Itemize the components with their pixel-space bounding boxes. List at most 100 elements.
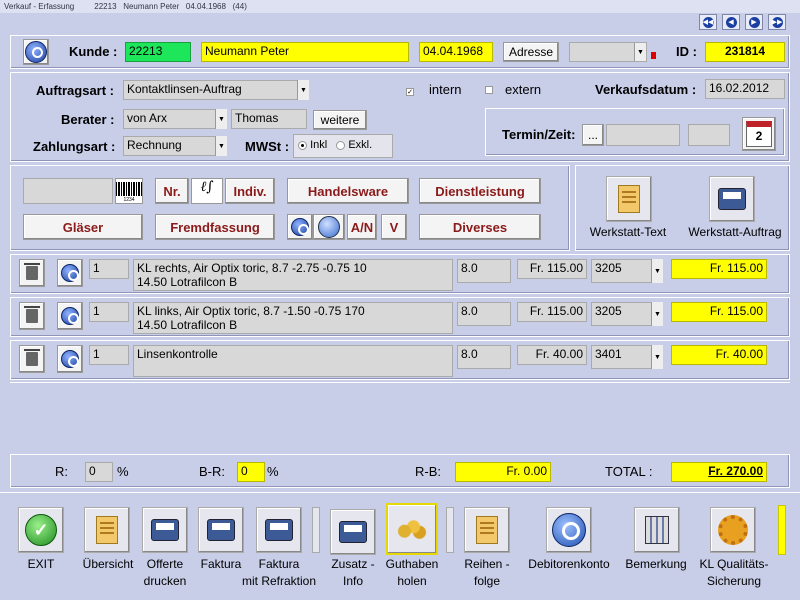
address-combo[interactable]: ▼ [569,42,647,62]
line-price[interactable]: Fr. 115.00 [517,259,587,279]
customer-date-field[interactable]: 04.04.1968 [419,42,493,62]
line-search-button[interactable] [57,259,83,287]
termin-time-field[interactable] [688,124,730,146]
handelsware-button[interactable]: Handelsware [287,178,409,204]
chevron-down-icon[interactable]: ▼ [215,136,227,156]
line-total: Fr. 40.00 [671,345,767,365]
zusatz-info-button[interactable] [330,509,376,555]
r-field[interactable]: 0 [85,462,113,482]
termin-picker-button[interactable]: ... [582,124,604,146]
v-button[interactable]: V [381,214,407,240]
intern-checkbox[interactable]: ✓ [406,83,414,97]
verkaufsdatum-field[interactable]: 16.02.2012 [705,79,785,99]
extern-label: extern [505,82,542,97]
guthaben-holen-button[interactable] [386,503,438,555]
offerte-drucken-button[interactable] [142,507,188,553]
line-item: 1 KL links, Air Optix toric, 8.7 -1.50 -… [10,297,790,337]
chevron-down-icon[interactable]: ▼ [297,80,309,100]
mwst-radio-group: Inkl Exkl. [293,134,393,158]
calendar-button[interactable]: 2 [742,117,776,151]
chevron-down-icon[interactable]: ▼ [215,109,227,129]
debitorenkonto-button[interactable] [546,507,592,553]
diverses-button[interactable]: Diverses [419,214,541,240]
barcode-icon[interactable]: 1234 [115,178,143,204]
prev-icon: ◀ [725,16,737,28]
berater-name-field[interactable]: Thomas [231,109,307,129]
delete-line-button[interactable] [19,259,45,287]
customer-name-field[interactable]: Neumann Peter [201,42,409,62]
br-field[interactable]: 0 [237,462,265,482]
search-icon [25,41,47,63]
line-search-button[interactable] [57,345,83,373]
reihenfolge-button[interactable] [464,507,510,553]
verkaufsdatum-label: Verkaufsdatum : [595,82,697,97]
auftragsart-select[interactable]: Kontaktlinsen-Auftrag [123,80,309,100]
line-vat[interactable]: 8.0 [457,302,511,326]
lens-search-button[interactable] [287,214,313,240]
chevron-down-icon[interactable]: ▼ [651,302,663,326]
dienstleistung-button[interactable]: Dienstleistung [419,178,541,204]
line-price[interactable]: Fr. 115.00 [517,302,587,322]
weitere-button[interactable]: weitere [313,110,367,130]
first-icon: ◀◀ [702,16,714,28]
mwst-label: MWSt : [245,139,290,154]
line-qty[interactable]: 1 [89,345,129,365]
bemerkung-button[interactable] [634,507,680,553]
line-description[interactable]: KL rechts, Air Optix toric, 8.7 -2.75 -0… [133,259,453,291]
last-record-button[interactable]: ▶▶ [768,14,786,30]
indiv-button[interactable]: Indiv. [225,178,275,204]
last-icon: ▶▶ [771,16,783,28]
glaeser-button[interactable]: Gläser [23,214,143,240]
fremdfassung-button[interactable]: Fremdfassung [155,214,275,240]
chevron-down-icon[interactable]: ▼ [651,345,663,369]
line-search-button[interactable] [57,302,83,330]
reihenfolge-label: Reihen - folge [464,557,510,588]
barcode-input[interactable] [23,178,113,204]
line-vat[interactable]: 8.0 [457,345,511,369]
signature-icon[interactable]: ℓ∫ [191,178,223,204]
total-label: TOTAL : [605,464,653,479]
exkl-label: Exkl. [348,139,373,151]
customer-search-button[interactable] [23,39,49,65]
delete-line-button[interactable] [19,302,45,330]
zahlungsart-select[interactable]: Rechnung [123,136,227,156]
werkstatt-auftrag-button[interactable] [709,176,755,222]
customer-id-field[interactable]: 22213 [125,42,191,62]
termin-date-field[interactable] [606,124,680,146]
window-title: Verkauf - Erfassung [4,2,75,11]
chevron-down-icon[interactable]: ▼ [651,259,663,283]
line-vat[interactable]: 8.0 [457,259,511,283]
rb-field: Fr. 0.00 [455,462,551,482]
werkstatt-text-button[interactable] [606,176,652,222]
faktura-button[interactable] [198,507,244,553]
printer-icon [265,519,293,541]
faktura-refraktion-button[interactable] [256,507,302,553]
toolbar-separator [446,507,454,553]
lens-icon [318,216,340,238]
adresse-button[interactable]: Adresse [503,42,559,62]
line-price[interactable]: Fr. 40.00 [517,345,587,365]
prev-record-button[interactable]: ◀ [722,14,740,30]
line-description[interactable]: Linsenkontrolle [133,345,453,377]
line-description[interactable]: KL links, Air Optix toric, 8.7 -1.50 -0.… [133,302,453,334]
an-button[interactable]: A/N [347,214,377,240]
bemerkung-label: Bemerkung [625,557,687,571]
extern-checkbox[interactable] [485,83,493,97]
delete-line-button[interactable] [19,345,45,373]
nr-button[interactable]: Nr. [155,178,189,204]
berater-select[interactable]: von Arx [123,109,227,129]
uebersicht-button[interactable] [84,507,130,553]
trash-icon [24,306,40,323]
line-items-empty-area [10,382,790,452]
kl-qualitaet-button[interactable] [710,507,756,553]
customer-panel: Kunde : 22213 Neumann Peter 04.04.1968 A… [10,35,790,69]
lens-icon-button[interactable] [313,214,345,240]
first-record-button[interactable]: ◀◀ [699,14,717,30]
debitorenkonto-label: Debitorenkonto [528,557,610,571]
inkl-radio[interactable] [298,140,307,150]
next-record-button[interactable]: ▶ [745,14,763,30]
exit-button[interactable]: ✓ [18,507,64,553]
line-qty[interactable]: 1 [89,259,129,279]
line-qty[interactable]: 1 [89,302,129,322]
exkl-radio[interactable] [336,140,346,150]
